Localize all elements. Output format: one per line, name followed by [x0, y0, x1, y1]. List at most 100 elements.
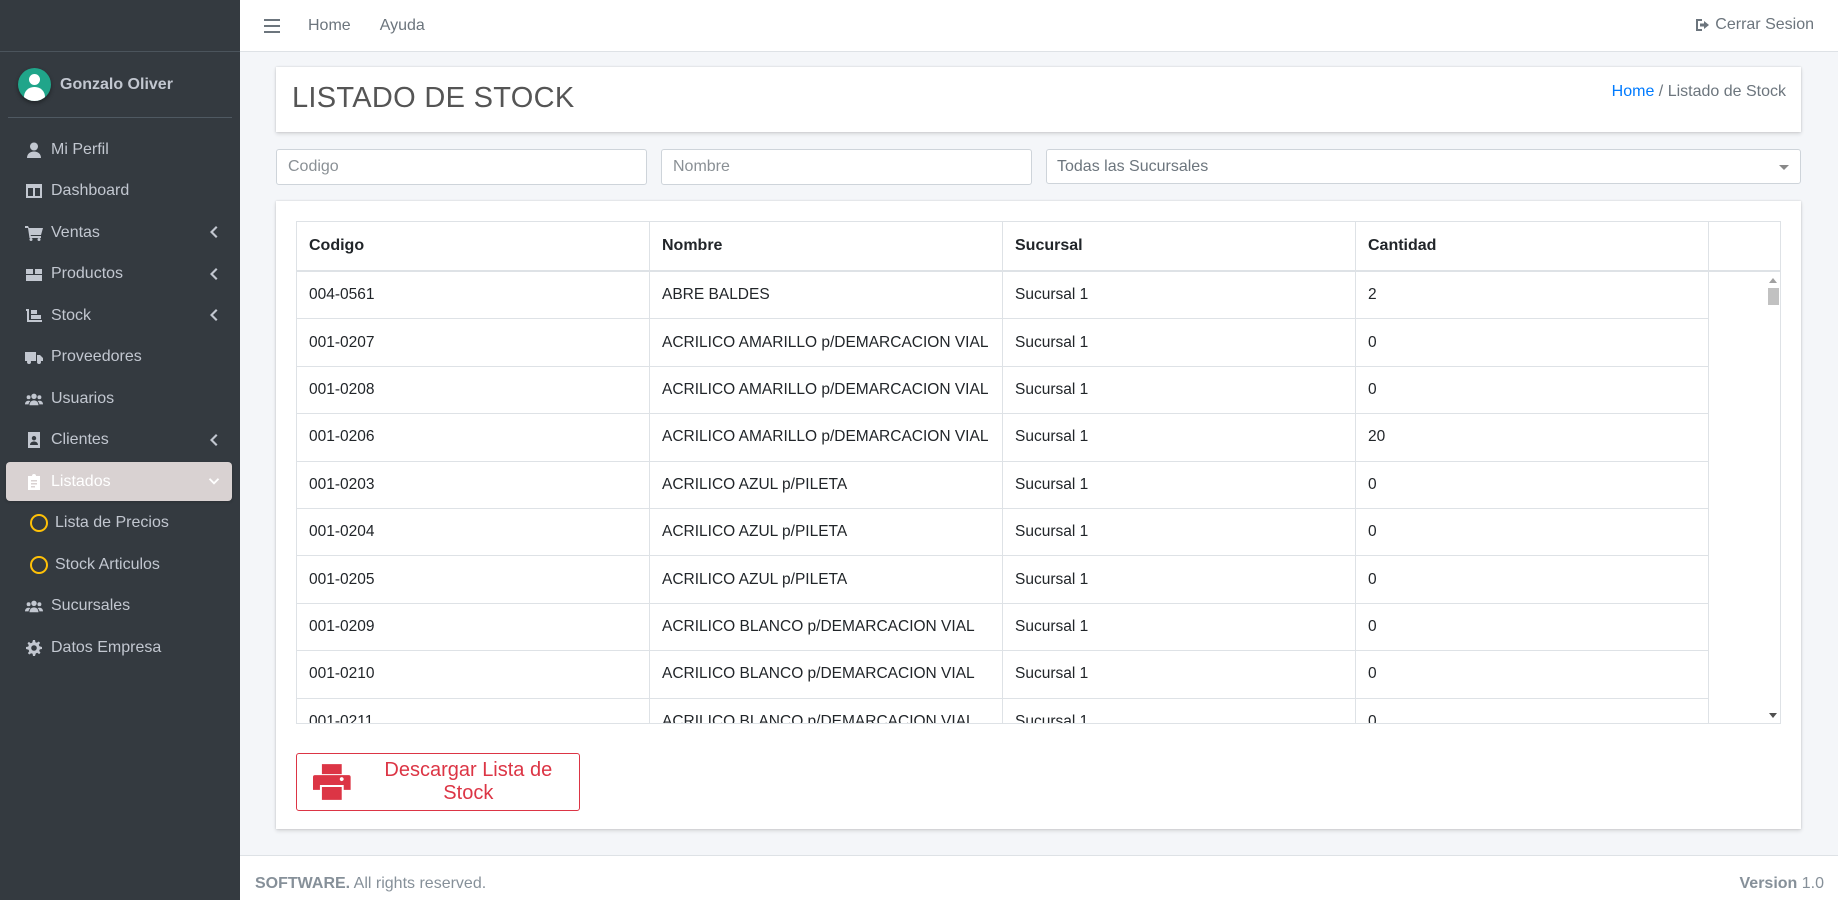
cell-sucursal: Sucursal 1 [1003, 366, 1356, 414]
table-row[interactable]: 001-0209 ACRILICO BLANCO p/DEMARCACION VI… [297, 603, 1709, 652]
cell-sucursal: Sucursal 1 [1003, 698, 1356, 723]
cell-sucursal: Sucursal 1 [1003, 414, 1356, 461]
cell-cantidad: 0 [1356, 366, 1709, 414]
users-icon [24, 390, 44, 408]
address-book-icon [24, 431, 44, 449]
breadcrumb: Home / Listado de Stock [1612, 83, 1786, 101]
sidebar-item-label: Listados [51, 472, 111, 490]
cell-nombre: ACRILICO AZUL p/PILETA [650, 556, 1003, 603]
sidebar-subitem-stock-articulos[interactable]: Stock Articulos [6, 545, 232, 584]
table-scrollbar[interactable] [1766, 272, 1780, 723]
sidebar-item-clientes[interactable]: Clientes [6, 421, 232, 460]
cell-codigo: 001-0203 [297, 461, 650, 508]
sidebar-item-productos[interactable]: Productos [6, 255, 232, 294]
table-row[interactable]: 004-0561 ABRE BALDES Sucursal 12 [297, 272, 1709, 320]
table-row[interactable]: 001-0206 ACRILICO AMARILLO p/DEMARCACION … [297, 414, 1709, 462]
sidebar-item-stock[interactable]: Stock [6, 296, 232, 335]
column-header-codigo[interactable]: Codigo [297, 222, 650, 270]
nav-link-ayuda[interactable]: Ayuda [380, 17, 425, 35]
branch-select-value: Todas las Sucursales [1057, 157, 1209, 175]
scroll-down-arrow-icon[interactable] [1769, 713, 1777, 718]
circle-icon [30, 555, 48, 574]
sidebar-item-listados[interactable]: Listados [6, 462, 232, 501]
cell-nombre: ACRILICO AZUL p/PILETA [650, 461, 1003, 508]
table-row[interactable]: 001-0207 ACRILICO AMARILLO p/DEMARCACION … [297, 319, 1709, 367]
column-header-cantidad[interactable]: Cantidad [1356, 222, 1709, 270]
sidebar-item-mi-perfil[interactable]: Mi Perfil [6, 130, 232, 169]
sidebar-item-proveedores[interactable]: Proveedores [6, 338, 232, 377]
nav-link-home[interactable]: Home [308, 17, 351, 35]
branch-select[interactable]: Todas las Sucursales [1046, 149, 1801, 184]
user-panel[interactable]: Gonzalo Oliver [8, 52, 232, 118]
logout-button[interactable]: Cerrar Sesion [1695, 16, 1814, 34]
boxes-icon [24, 265, 44, 283]
cell-cantidad: 0 [1356, 461, 1709, 508]
dropdown-caret-icon [1779, 165, 1789, 170]
table-header-filler [1709, 222, 1780, 272]
logout-label: Cerrar Sesion [1715, 16, 1814, 33]
chevron-left-icon [208, 308, 220, 322]
footer-version-label: Version [1739, 875, 1798, 892]
top-navbar: Home Ayuda Cerrar Sesion [240, 0, 1838, 52]
stock-table: Codigo Nombre Sucursal Cantidad 004-0561… [296, 221, 1781, 724]
table-row[interactable]: 001-0203 ACRILICO AZUL p/PILETA Sucursal 1… [297, 461, 1709, 509]
cell-cantidad: 0 [1356, 651, 1709, 698]
sidebar-item-label: Usuarios [51, 389, 115, 407]
sidebar-subitem-label: Stock Articulos [55, 555, 160, 573]
breadcrumb-home-link[interactable]: Home [1612, 83, 1655, 100]
name-filter-input[interactable] [661, 149, 1032, 185]
cell-nombre: ACRILICO BLANCO p/DEMARCACION VIAL [650, 651, 1003, 698]
avatar[interactable] [18, 68, 51, 101]
cell-sucursal: Sucursal 1 [1003, 603, 1356, 651]
cell-cantidad: 0 [1356, 698, 1709, 723]
columns-icon [24, 182, 44, 200]
sidebar-item-label: Clientes [51, 431, 109, 448]
download-stock-button[interactable]: Descargar Lista de Stock [296, 753, 580, 811]
footer: SOFTWARE. All rights reserved. Version 1… [240, 855, 1838, 900]
cell-sucursal: Sucursal 1 [1003, 272, 1356, 319]
sidebar-item-label: Sucursales [51, 597, 131, 614]
sidebar-item-usuarios[interactable]: Usuarios [6, 379, 232, 418]
footer-brand: SOFTWARE. [255, 875, 351, 892]
cell-cantidad: 20 [1356, 414, 1709, 461]
sidebar-item-datos-empresa[interactable]: Datos Empresa [6, 628, 232, 667]
cell-codigo: 004-0561 [297, 272, 650, 319]
sidebar-nav: Mi Perfil Dashboard Ventas Productos Sto… [0, 130, 240, 667]
clipboard-icon [24, 473, 44, 491]
table-row[interactable]: 001-0210 ACRILICO BLANCO p/DEMARCACION VI… [297, 651, 1709, 699]
column-header-sucursal[interactable]: Sucursal [1003, 222, 1356, 270]
footer-copyright: SOFTWARE. All rights reserved. [255, 875, 486, 893]
code-filter-input[interactable] [276, 149, 647, 185]
cell-codigo: 001-0210 [297, 651, 650, 698]
page-title: LISTADO DE STOCK [292, 82, 575, 114]
table-row[interactable]: 001-0204 ACRILICO AZUL p/PILETA Sucursal 1… [297, 508, 1709, 557]
table-row[interactable]: 001-0208 ACRILICO AMARILLO p/DEMARCACION … [297, 366, 1709, 415]
download-stock-label: Descargar Lista de Stock [384, 759, 553, 804]
table-row[interactable]: 001-0211 ACRILICO BLANCO p/DEMARCACION VI… [297, 698, 1709, 723]
sidebar-item-dashboard[interactable]: Dashboard [6, 172, 232, 211]
chevron-left-icon [208, 225, 220, 239]
chevron-left-icon [208, 433, 220, 447]
cell-sucursal: Sucursal 1 [1003, 556, 1356, 603]
column-header-nombre[interactable]: Nombre [650, 222, 1003, 270]
table-row[interactable]: 001-0205 ACRILICO AZUL p/PILETA Sucursal 1… [297, 556, 1709, 604]
cell-nombre: ABRE BALDES [650, 272, 1003, 319]
cell-codigo: 001-0206 [297, 414, 650, 461]
sidebar-item-label: Stock [51, 306, 92, 324]
cell-nombre: ACRILICO AMARILLO p/DEMARCACION VIAL [650, 319, 1003, 366]
sidebar-item-label: Productos [51, 265, 124, 282]
menu-toggle-icon[interactable] [264, 18, 280, 33]
user-name[interactable]: Gonzalo Oliver [60, 76, 173, 94]
scrollbar-thumb[interactable] [1768, 288, 1779, 305]
scroll-up-arrow-icon[interactable] [1769, 278, 1777, 283]
user-icon [24, 141, 44, 159]
breadcrumb-current: Listado de Stock [1667, 83, 1786, 100]
footer-version: Version 1.0 [1740, 875, 1825, 893]
cell-nombre: ACRILICO AMARILLO p/DEMARCACION VIAL [650, 366, 1003, 414]
sidebar-item-sucursales[interactable]: Sucursales [6, 587, 232, 626]
sidebar-subitem-lista-precios[interactable]: Lista de Precios [6, 504, 232, 543]
cell-nombre: ACRILICO BLANCO p/DEMARCACION VIAL [650, 603, 1003, 651]
gear-icon [24, 639, 44, 657]
sidebar-item-ventas[interactable]: Ventas [6, 213, 232, 252]
cell-nombre: ACRILICO AMARILLO p/DEMARCACION VIAL [650, 414, 1003, 461]
